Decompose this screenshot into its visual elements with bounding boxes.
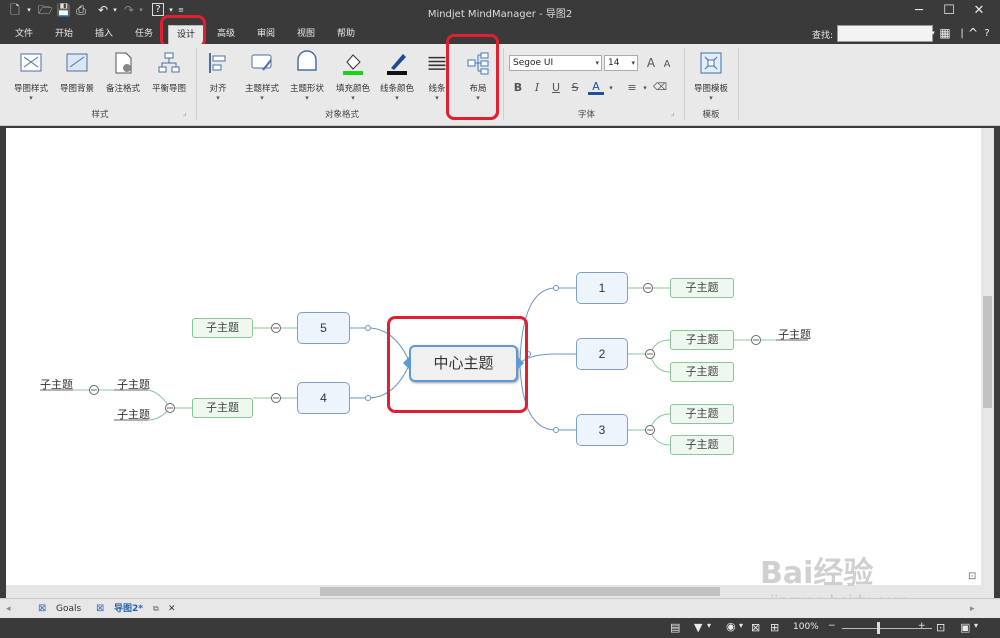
subtopic-3-1[interactable]: 子主题 [670,404,734,424]
watermark-logo: Bai经验 [760,556,874,591]
subtopic-1-1[interactable]: 子主题 [670,278,734,298]
topic-2[interactable]: 2 [576,338,628,370]
map-file-icon: ⊠ [96,603,105,614]
subtopic-4-1[interactable]: 子主题 [192,398,253,418]
topic-3[interactable]: 3 [576,414,628,446]
map-overview-icon[interactable]: ⊡ [968,571,976,582]
view-toggle-icon[interactable]: ▤ [670,621,680,634]
scroll-left-icon[interactable]: ◂ [6,601,11,617]
document-tabs: ◂ ⊠ Goals ⊠ 导图2* ⧉ ✕ ▸ [0,598,1000,618]
scroll-right-icon[interactable]: ▸ [970,601,975,617]
zoom-level: 100% [793,622,819,632]
vertical-scroll-thumb[interactable] [983,296,992,408]
close-tab-icon[interactable]: ✕ [168,601,176,617]
chevron-down-icon[interactable]: ▾ [974,621,978,630]
subtopic-4-1-1-1[interactable]: 子主题 [40,376,73,392]
fit-page-icon[interactable]: ⊞ [770,621,779,634]
float-tab-icon[interactable]: ⧉ [153,601,159,617]
topic-5[interactable]: 5 [297,312,350,344]
chevron-down-icon[interactable]: ▾ [707,621,711,630]
doc-tab-map2[interactable]: 导图2* [114,601,143,617]
zoom-in-icon[interactable]: + [918,621,926,631]
map-file-icon: ⊠ [38,603,47,614]
status-bar: ▤ ▼ ▾ ◉ ▾ ⊠ ⊞ 100% − + ⊡ ▣ ▾ [0,618,1000,638]
subtopic-2-2[interactable]: 子主题 [670,362,734,382]
chevron-down-icon[interactable]: ▾ [739,621,743,630]
highlight-central-topic [387,316,528,413]
zoom-out-icon[interactable]: − [828,621,836,631]
topic-4[interactable]: 4 [297,382,350,414]
actual-size-icon[interactable]: ⊡ [936,621,945,634]
focus-topic-icon[interactable]: ◉ [726,620,736,633]
subtopic-2-1[interactable]: 子主题 [670,330,734,350]
fit-map-icon[interactable]: ⊠ [751,621,760,634]
subtopic-4-1-1[interactable]: 子主题 [117,376,150,392]
subtopic-4-1-2[interactable]: 子主题 [117,406,150,422]
zoom-slider-thumb[interactable] [877,622,880,634]
subtopic-3-2[interactable]: 子主题 [670,435,734,455]
topic-1[interactable]: 1 [576,272,628,304]
subtopic-5-1[interactable]: 子主题 [192,318,253,338]
subtopic-2-1-1[interactable]: 子主题 [778,326,811,342]
presentation-icon[interactable]: ▣ [960,621,970,634]
filter-icon[interactable]: ▼ [694,621,702,634]
horizontal-scroll-thumb[interactable] [320,587,720,596]
doc-tab-goals[interactable]: Goals [56,601,81,617]
